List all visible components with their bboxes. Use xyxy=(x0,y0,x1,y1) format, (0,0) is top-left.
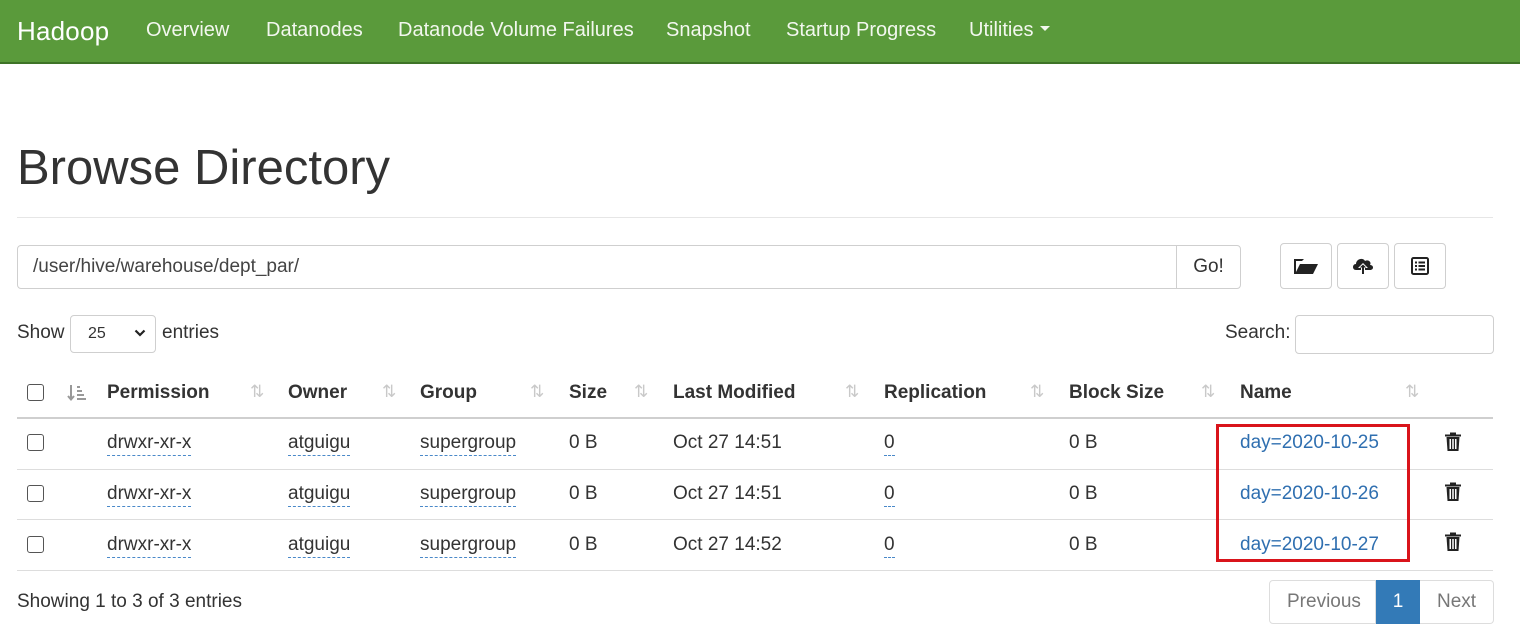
sort-icon[interactable]: ⇅ xyxy=(530,382,544,402)
row-checkbox[interactable] xyxy=(27,536,44,553)
select-all-checkbox[interactable] xyxy=(27,384,44,401)
nav-utilities-label: Utilities xyxy=(969,19,1034,41)
size-cell: 0 B xyxy=(569,534,598,555)
column-header-name[interactable]: Name xyxy=(1240,382,1292,404)
entries-label: entries xyxy=(162,322,220,343)
replication-cell[interactable]: 0 xyxy=(884,483,895,507)
column-header-permission[interactable]: Permission xyxy=(107,382,209,404)
chevron-down-icon xyxy=(134,329,146,337)
nav-utilities[interactable]: Utilities xyxy=(969,19,1051,42)
sort-icon[interactable]: ⇅ xyxy=(382,382,396,402)
column-header-group[interactable]: Group xyxy=(420,382,477,404)
replication-cell[interactable]: 0 xyxy=(884,432,895,456)
divider xyxy=(17,217,1493,218)
upload-files-button[interactable] xyxy=(1337,243,1389,289)
nav-datanodes[interactable]: Datanodes xyxy=(266,19,363,42)
owner-cell[interactable]: atguigu xyxy=(288,432,351,456)
group-cell[interactable]: supergroup xyxy=(420,483,517,507)
search-input[interactable] xyxy=(1295,315,1494,354)
entries-per-page-value: 25 xyxy=(88,325,106,342)
sort-icon[interactable]: ⇅ xyxy=(250,382,264,402)
next-page-button[interactable]: Next xyxy=(1420,580,1494,624)
path-input[interactable] xyxy=(17,245,1177,289)
last-modified-cell: Oct 27 14:52 xyxy=(673,534,782,555)
sort-icon[interactable]: ⇅ xyxy=(1201,382,1215,402)
permission-cell[interactable]: drwxr-xr-x xyxy=(107,432,192,456)
size-cell: 0 B xyxy=(569,483,598,504)
show-label: Show xyxy=(17,322,65,343)
page-title: Browse Directory xyxy=(17,141,391,195)
go-button[interactable]: Go! xyxy=(1176,245,1241,289)
last-modified-cell: Oct 27 14:51 xyxy=(673,483,782,504)
sort-icon[interactable]: ⇅ xyxy=(845,382,859,402)
nav-datanode-volume-failures[interactable]: Datanode Volume Failures xyxy=(398,19,634,42)
page-1-button[interactable]: 1 xyxy=(1376,580,1420,624)
highlight-annotation-box xyxy=(1216,424,1410,562)
brand-logo[interactable]: Hadoop xyxy=(17,16,109,47)
nav-startup-progress[interactable]: Startup Progress xyxy=(786,19,936,42)
list-alt-icon xyxy=(1411,257,1429,275)
caret-down-icon xyxy=(1040,26,1051,32)
group-cell[interactable]: supergroup xyxy=(420,432,517,456)
row-divider xyxy=(17,570,1493,571)
row-checkbox[interactable] xyxy=(27,434,44,451)
sort-icon[interactable]: ⇅ xyxy=(1405,382,1419,402)
block-size-cell: 0 B xyxy=(1069,534,1098,555)
size-cell: 0 B xyxy=(569,432,598,453)
column-header-block-size[interactable]: Block Size xyxy=(1069,382,1164,404)
column-header-last-modified[interactable]: Last Modified xyxy=(673,382,795,404)
sort-ascending-icon[interactable] xyxy=(67,383,87,403)
nav-snapshot[interactable]: Snapshot xyxy=(666,19,751,42)
block-size-cell: 0 B xyxy=(1069,483,1098,504)
sort-icon[interactable]: ⇅ xyxy=(634,382,648,402)
permission-cell[interactable]: drwxr-xr-x xyxy=(107,534,192,558)
owner-cell[interactable]: atguigu xyxy=(288,483,351,507)
cut-paste-button[interactable] xyxy=(1394,243,1446,289)
column-header-owner[interactable]: Owner xyxy=(288,382,347,404)
owner-cell[interactable]: atguigu xyxy=(288,534,351,558)
table-info: Showing 1 to 3 of 3 entries xyxy=(17,591,242,612)
pagination: Previous 1 Next xyxy=(1269,580,1494,624)
table-header-divider xyxy=(17,417,1493,419)
search-label: Search: xyxy=(1225,322,1291,343)
top-navbar: Hadoop Overview Datanodes Datanode Volum… xyxy=(0,0,1520,64)
previous-page-button[interactable]: Previous xyxy=(1269,580,1376,624)
replication-cell[interactable]: 0 xyxy=(884,534,895,558)
group-cell[interactable]: supergroup xyxy=(420,534,517,558)
nav-overview[interactable]: Overview xyxy=(146,19,229,42)
column-header-size[interactable]: Size xyxy=(569,382,607,404)
block-size-cell: 0 B xyxy=(1069,432,1098,453)
row-checkbox[interactable] xyxy=(27,485,44,502)
cloud-upload-icon xyxy=(1353,258,1373,275)
sort-icon[interactable]: ⇅ xyxy=(1030,382,1044,402)
trash-icon[interactable] xyxy=(1444,432,1462,452)
create-directory-button[interactable] xyxy=(1280,243,1332,289)
trash-icon[interactable] xyxy=(1444,482,1462,502)
folder-open-icon xyxy=(1294,259,1318,274)
column-header-replication[interactable]: Replication xyxy=(884,382,986,404)
trash-icon[interactable] xyxy=(1444,532,1462,552)
entries-per-page-select[interactable]: 25 xyxy=(70,315,156,353)
last-modified-cell: Oct 27 14:51 xyxy=(673,432,782,453)
permission-cell[interactable]: drwxr-xr-x xyxy=(107,483,192,507)
